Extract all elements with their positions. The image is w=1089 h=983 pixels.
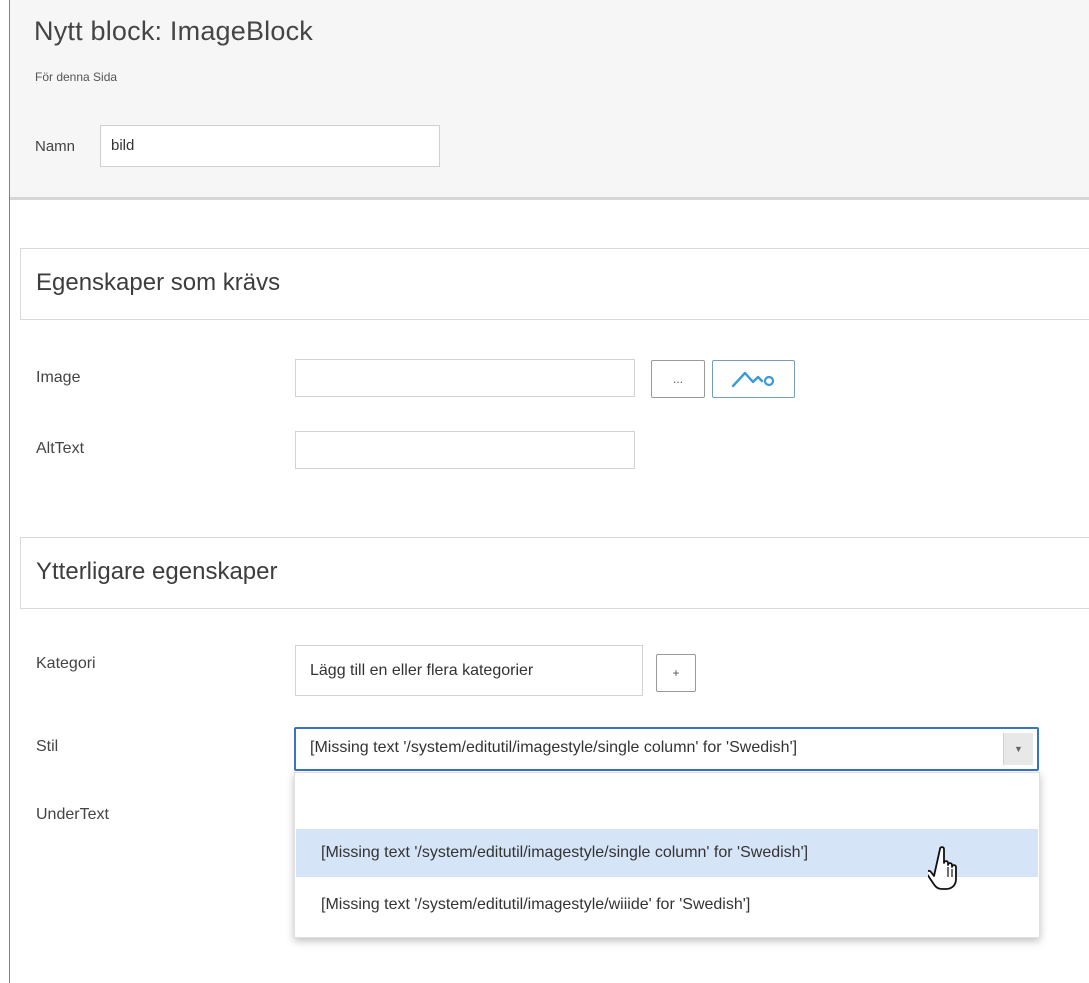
add-category-button[interactable]: +: [656, 654, 696, 692]
kategori-label: Kategori: [36, 655, 96, 672]
stil-label: Stil: [36, 738, 59, 755]
chevron-down-icon[interactable]: ▼: [1003, 733, 1033, 765]
hand-cursor-icon: [928, 846, 957, 890]
stil-select[interactable]: [Missing text '/system/editutil/imagesty…: [294, 727, 1039, 771]
image-input[interactable]: [295, 359, 635, 397]
required-section-title: Egenskaper som krävs: [36, 269, 281, 296]
required-section-header: Egenskaper som krävs: [20, 248, 1089, 320]
alttext-label: AltText: [36, 440, 85, 457]
additional-section-header: Ytterligare egenskaper: [20, 537, 1089, 609]
undertext-label: UnderText: [36, 806, 109, 823]
page-title: Nytt block: ImageBlock: [34, 16, 314, 46]
stil-selected-value: [Missing text '/system/editutil/imagesty…: [310, 739, 798, 756]
dropdown-option-single-column[interactable]: [Missing text '/system/editutil/imagesty…: [296, 829, 1038, 877]
browse-button[interactable]: ...: [651, 360, 705, 398]
header-panel: Nytt block: ImageBlock För denna Sida Na…: [10, 0, 1089, 200]
browse-button-label: ...: [672, 372, 683, 386]
add-category-label: +: [672, 666, 680, 680]
kategori-input[interactable]: Lägg till en eller flera kategorier: [295, 645, 643, 696]
select-image-button[interactable]: [712, 360, 795, 398]
page-subtitle: För denna Sida: [35, 70, 118, 84]
dropdown-option-wiiide[interactable]: [Missing text '/system/editutil/imagesty…: [296, 881, 1038, 929]
name-input[interactable]: bild: [100, 125, 440, 167]
additional-section-title: Ytterligare egenskaper: [36, 558, 278, 585]
image-label: Image: [36, 369, 81, 386]
dropdown-option-empty[interactable]: [296, 779, 1038, 827]
alttext-input[interactable]: [295, 431, 635, 469]
image-mountain-icon: [731, 371, 774, 388]
name-label: Namn: [35, 138, 76, 155]
